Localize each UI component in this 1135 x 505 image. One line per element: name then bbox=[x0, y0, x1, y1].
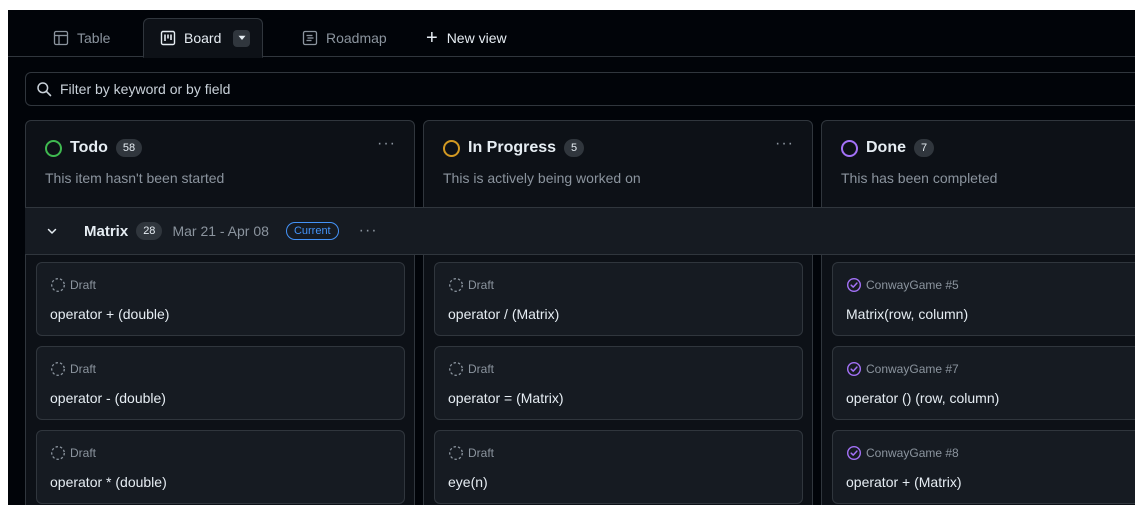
tab-board-dropdown-button[interactable] bbox=[233, 29, 251, 47]
draft-issue-icon bbox=[50, 277, 66, 293]
status-done-icon bbox=[841, 139, 858, 157]
issue-closed-icon bbox=[846, 361, 862, 377]
card[interactable]: Draft operator + (double) bbox=[36, 262, 405, 336]
card[interactable]: ConwayGame #8 operator + (Matrix) bbox=[832, 430, 1135, 504]
card[interactable]: Draft operator / (Matrix) bbox=[434, 262, 803, 336]
tab-table[interactable]: Table bbox=[53, 19, 110, 57]
column-name: In Progress bbox=[468, 139, 557, 156]
tab-board[interactable]: Board bbox=[143, 18, 264, 58]
tab-roadmap-label: Roadmap bbox=[326, 30, 387, 46]
new-view-button[interactable]: + New view bbox=[426, 19, 507, 57]
tab-board-label: Board bbox=[184, 30, 222, 46]
card-meta: Draft bbox=[468, 362, 495, 376]
tab-roadmap[interactable]: Roadmap bbox=[302, 19, 387, 57]
status-open-icon bbox=[45, 139, 62, 157]
current-badge: Current bbox=[285, 222, 339, 240]
draft-issue-icon bbox=[50, 445, 66, 461]
filter-input[interactable] bbox=[60, 81, 960, 97]
group-count: 28 bbox=[136, 222, 163, 240]
card-title: operator () (row, column) bbox=[846, 390, 1000, 406]
card-title: operator - (double) bbox=[50, 390, 166, 406]
group-name: Matrix bbox=[84, 222, 129, 240]
card-meta: ConwayGame #8 bbox=[866, 446, 959, 460]
status-in-progress-icon bbox=[443, 139, 460, 157]
column-header: Todo 58 This item hasn't been started ··… bbox=[26, 121, 414, 208]
column-todo: Todo 58 This item hasn't been started ··… bbox=[25, 120, 415, 505]
column-name: Todo bbox=[70, 139, 108, 156]
card-meta: ConwayGame #5 bbox=[866, 278, 959, 292]
card-title: operator + (Matrix) bbox=[846, 474, 962, 490]
card[interactable]: Draft operator * (double) bbox=[36, 430, 405, 504]
tab-table-label: Table bbox=[77, 30, 111, 46]
card-title: operator + (double) bbox=[50, 306, 170, 322]
search-icon bbox=[36, 81, 52, 97]
draft-issue-icon bbox=[448, 277, 464, 293]
board-icon bbox=[160, 30, 176, 46]
column-done: Done 7 This has been completed ConwayGam… bbox=[821, 120, 1135, 505]
group-menu-button[interactable]: ··· bbox=[359, 222, 378, 240]
card-meta: Draft bbox=[468, 446, 495, 460]
column-description: This item hasn't been started bbox=[45, 170, 225, 186]
column-name: Done bbox=[866, 139, 906, 156]
new-view-label: New view bbox=[446, 30, 507, 46]
caret-down-icon bbox=[238, 35, 246, 40]
issue-closed-icon bbox=[846, 445, 862, 461]
column-count: 7 bbox=[914, 139, 935, 157]
card-meta: Draft bbox=[70, 446, 97, 460]
card-title: Matrix(row, column) bbox=[846, 306, 969, 322]
card-title: operator / (Matrix) bbox=[448, 306, 560, 322]
card[interactable]: Draft operator = (Matrix) bbox=[434, 346, 803, 420]
view-tabbar: Table Board Roadmap + New view bbox=[8, 10, 1135, 58]
card[interactable]: Draft eye(n) bbox=[434, 430, 803, 504]
plus-icon: + bbox=[426, 27, 438, 49]
card-meta: ConwayGame #7 bbox=[866, 362, 959, 376]
issue-closed-icon bbox=[846, 277, 862, 293]
project-app: Table Board Roadmap + New view Filter by… bbox=[8, 10, 1135, 505]
column-header: Done 7 This has been completed bbox=[822, 121, 1135, 208]
column-description: This is actively being worked on bbox=[443, 170, 641, 186]
card-meta: Draft bbox=[70, 362, 97, 376]
column-count: 58 bbox=[115, 139, 143, 157]
column-header: In Progress 5 This is actively being wor… bbox=[424, 121, 812, 208]
draft-issue-icon bbox=[448, 445, 464, 461]
column-in-progress: In Progress 5 This is actively being wor… bbox=[423, 120, 813, 505]
group-dates: Mar 21 - Apr 08 bbox=[172, 223, 269, 239]
table-icon bbox=[53, 30, 69, 46]
draft-issue-icon bbox=[448, 361, 464, 377]
chevron-down-icon[interactable] bbox=[46, 225, 58, 237]
card[interactable]: ConwayGame #7 operator () (row, column) bbox=[832, 346, 1135, 420]
card-title: operator = (Matrix) bbox=[448, 390, 564, 406]
card[interactable]: Draft operator - (double) bbox=[36, 346, 405, 420]
card-meta: Draft bbox=[70, 278, 97, 292]
card[interactable]: ConwayGame #5 Matrix(row, column) bbox=[832, 262, 1135, 336]
card-title: eye(n) bbox=[448, 474, 488, 490]
filter-bar[interactable] bbox=[25, 72, 1135, 106]
column-description: This has been completed bbox=[841, 170, 998, 186]
roadmap-icon bbox=[302, 30, 318, 46]
draft-issue-icon bbox=[50, 361, 66, 377]
column-menu-button[interactable]: ··· bbox=[377, 135, 396, 153]
group-header-matrix: Matrix 28 Mar 21 - Apr 08 Current ··· bbox=[25, 207, 1135, 255]
card-title: operator * (double) bbox=[50, 474, 167, 490]
column-count: 5 bbox=[564, 139, 585, 157]
card-meta: Draft bbox=[468, 278, 495, 292]
column-menu-button[interactable]: ··· bbox=[775, 135, 794, 153]
